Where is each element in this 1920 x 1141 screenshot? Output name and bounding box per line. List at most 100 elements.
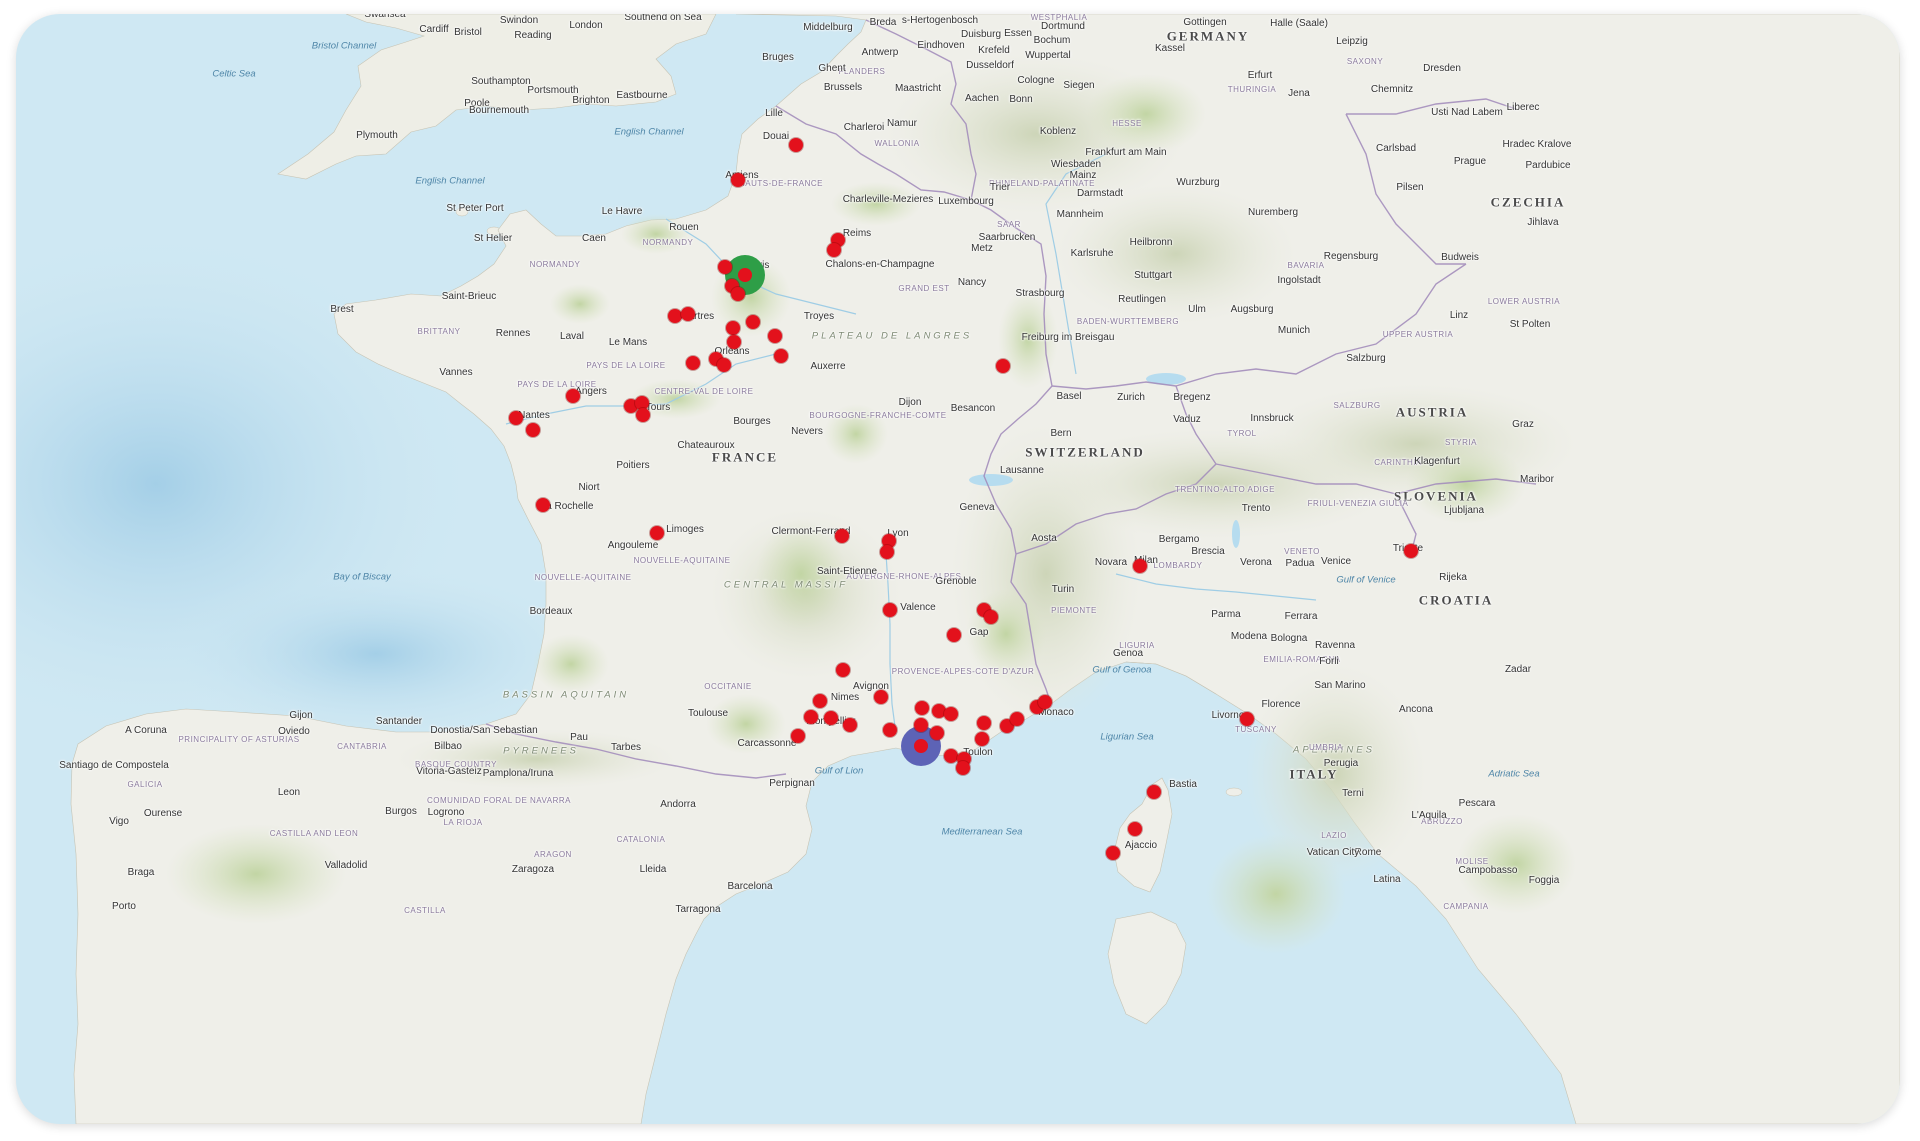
location-marker[interactable] xyxy=(930,726,944,740)
city-label: Pau xyxy=(570,732,588,743)
city-label: Dresden xyxy=(1423,63,1461,74)
location-marker[interactable] xyxy=(804,710,818,724)
location-marker[interactable] xyxy=(880,545,894,559)
location-marker[interactable] xyxy=(813,694,827,708)
location-marker[interactable] xyxy=(509,411,523,425)
location-marker[interactable] xyxy=(975,732,989,746)
city-label: Gap xyxy=(969,627,989,638)
location-marker[interactable] xyxy=(915,701,929,715)
location-marker[interactable] xyxy=(944,749,958,763)
region-label: TRENTINO-ALTO ADIGE xyxy=(1175,485,1275,494)
city-label: Charleville-Mezieres xyxy=(842,194,934,205)
city-label: Saint-Etienne xyxy=(816,566,878,577)
location-marker[interactable] xyxy=(996,359,1010,373)
location-marker[interactable] xyxy=(956,761,970,775)
location-marker[interactable] xyxy=(636,408,650,422)
water-label: Gulf of Lion xyxy=(814,765,864,777)
location-marker[interactable] xyxy=(827,243,841,257)
location-marker[interactable] xyxy=(835,529,849,543)
country-label: AUSTRIA xyxy=(1395,404,1469,420)
city-label: Ajaccio xyxy=(1124,840,1158,851)
location-marker[interactable] xyxy=(984,610,998,624)
city-label: San Marino xyxy=(1314,680,1366,691)
mountain-label: PLATEAU DE LANGRES xyxy=(811,330,973,342)
location-marker[interactable] xyxy=(1128,822,1142,836)
location-marker[interactable] xyxy=(843,718,857,732)
city-label: Le Mans xyxy=(608,337,648,348)
city-label: Novara xyxy=(1094,557,1128,568)
country-label: CROATIA xyxy=(1418,592,1494,608)
city-label: Zadar xyxy=(1504,664,1532,675)
location-marker[interactable] xyxy=(668,309,682,323)
region-label: THURINGIA xyxy=(1227,85,1277,94)
city-label: Southend on Sea xyxy=(624,14,702,23)
city-label: Vigo xyxy=(109,816,129,827)
location-marker[interactable] xyxy=(746,315,760,329)
location-marker[interactable] xyxy=(768,329,782,343)
city-label: Bregenz xyxy=(1173,392,1211,403)
location-marker[interactable] xyxy=(824,711,838,725)
city-label: Reutlingen xyxy=(1118,294,1166,305)
location-marker[interactable] xyxy=(731,173,745,187)
location-marker[interactable] xyxy=(681,307,695,321)
location-marker[interactable] xyxy=(774,349,788,363)
city-label: Brussels xyxy=(823,82,863,93)
location-marker[interactable] xyxy=(526,423,540,437)
city-label: Rouen xyxy=(669,222,699,233)
location-marker[interactable] xyxy=(536,498,550,512)
location-marker[interactable] xyxy=(914,718,928,732)
city-label: Zurich xyxy=(1117,392,1145,403)
city-label: Essen xyxy=(1004,28,1032,39)
location-marker[interactable] xyxy=(789,138,803,152)
city-label: Genoa xyxy=(1112,648,1144,659)
location-marker[interactable] xyxy=(944,707,958,721)
city-label: Usti Nad Labem xyxy=(1431,107,1503,118)
location-marker[interactable] xyxy=(726,321,740,335)
location-marker[interactable] xyxy=(791,729,805,743)
region-label: CASTILLA AND LEON xyxy=(269,829,359,838)
location-marker[interactable] xyxy=(1010,712,1024,726)
region-label: CENTRE-VAL DE LOIRE xyxy=(654,387,754,396)
location-marker[interactable] xyxy=(1240,712,1254,726)
city-label: Terni xyxy=(1342,788,1364,799)
region-label: NOUVELLE-AQUITAINE xyxy=(534,573,632,582)
location-marker[interactable] xyxy=(1106,846,1120,860)
forest-patch xyxy=(1086,74,1206,154)
location-marker[interactable] xyxy=(686,356,700,370)
location-marker[interactable] xyxy=(650,526,664,540)
location-marker[interactable] xyxy=(883,723,897,737)
base-map[interactable] xyxy=(16,14,1900,1124)
location-marker[interactable] xyxy=(727,335,741,349)
city-label: Ingolstadt xyxy=(1277,275,1321,286)
region-label: LAZIO xyxy=(1321,831,1347,840)
location-marker[interactable] xyxy=(1404,544,1418,558)
region-label: FRIULI-VENEZIA GIULIA xyxy=(1307,499,1409,508)
location-marker[interactable] xyxy=(836,663,850,677)
region-label: CANTABRIA xyxy=(337,742,387,751)
location-marker[interactable] xyxy=(883,603,897,617)
city-label: St Polten xyxy=(1509,319,1551,330)
city-label: Munich xyxy=(1277,325,1311,336)
location-marker[interactable] xyxy=(718,260,732,274)
map-container[interactable]: GERMANY FRANCE SWITZERLAND AUSTRIA SLOVENIA C… xyxy=(16,14,1900,1124)
location-marker[interactable] xyxy=(566,389,580,403)
city-label: Niort xyxy=(578,482,600,493)
location-marker[interactable] xyxy=(1133,559,1147,573)
location-marker[interactable] xyxy=(874,690,888,704)
city-label: Zaragoza xyxy=(511,864,555,875)
city-label: Eindhoven xyxy=(917,40,965,51)
location-marker[interactable] xyxy=(947,628,961,642)
location-marker[interactable] xyxy=(1038,695,1052,709)
city-label: Linz xyxy=(1449,310,1469,321)
location-marker[interactable] xyxy=(731,287,745,301)
city-label: Tarragona xyxy=(675,904,721,915)
location-marker[interactable] xyxy=(977,716,991,730)
location-marker[interactable] xyxy=(717,358,731,372)
location-marker[interactable] xyxy=(1147,785,1161,799)
city-label: Liberec xyxy=(1506,102,1540,113)
city-label: Grenoble xyxy=(935,576,977,587)
city-label: Padua xyxy=(1285,558,1315,569)
city-label: Logrono xyxy=(427,807,465,818)
city-label: Krefeld xyxy=(978,45,1010,56)
city-label: Mainz xyxy=(1069,170,1097,181)
